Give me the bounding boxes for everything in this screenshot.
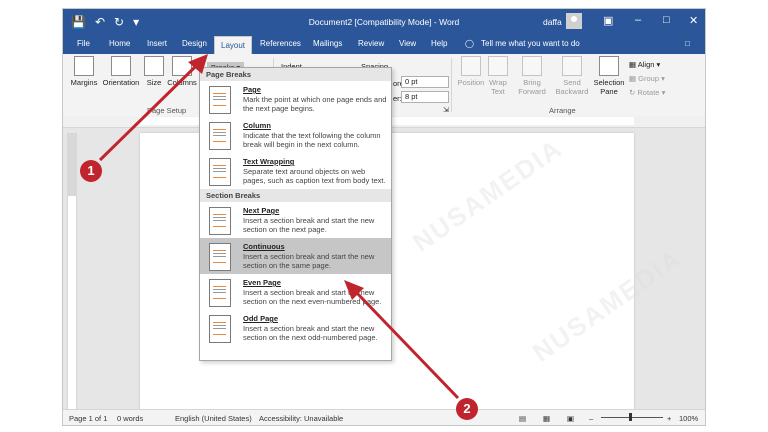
callout-badge-1: 1 [80, 160, 102, 182]
arrow-1-line [98, 64, 198, 162]
callout-arrows [98, 54, 460, 400]
callout-badge-2: 2 [456, 398, 478, 420]
arrow-2-line [354, 290, 460, 400]
